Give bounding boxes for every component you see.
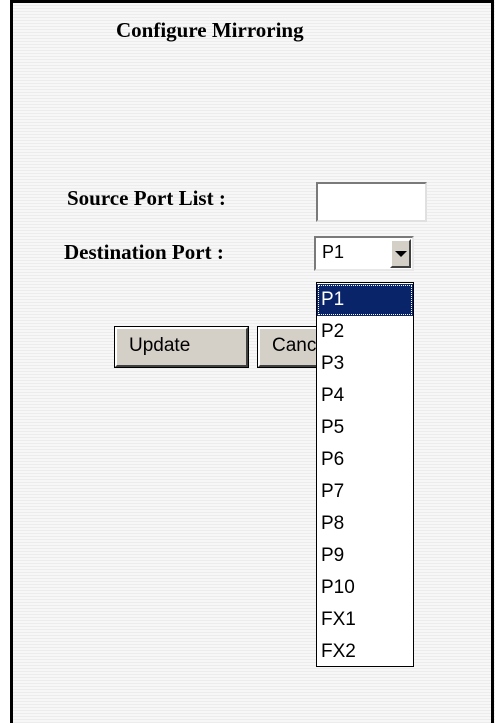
- left-margin: [0, 0, 10, 723]
- source-port-list-input[interactable]: [316, 182, 427, 222]
- destination-port-dropdown-list[interactable]: P1 P2 P3 P4 P5 P6 P7 P8 P9 P10 FX1 FX2: [316, 282, 414, 667]
- frame-border-top: [10, 0, 494, 3]
- update-button[interactable]: Update: [115, 327, 248, 367]
- dropdown-option-fx1[interactable]: FX1: [317, 604, 413, 636]
- chevron-down-icon[interactable]: [390, 239, 411, 268]
- dropdown-option-p4[interactable]: P4: [317, 380, 413, 412]
- frame-border-left: [10, 0, 13, 723]
- dropdown-option-p8[interactable]: P8: [317, 508, 413, 540]
- dropdown-option-p10[interactable]: P10: [317, 572, 413, 604]
- dropdown-option-p2[interactable]: P2: [317, 316, 413, 348]
- dropdown-option-p3[interactable]: P3: [317, 348, 413, 380]
- dropdown-option-p6[interactable]: P6: [317, 444, 413, 476]
- destination-port-label: Destination Port :: [64, 240, 224, 264]
- dropdown-option-p1[interactable]: P1: [317, 284, 413, 316]
- dropdown-option-fx2[interactable]: FX2: [317, 636, 413, 668]
- page-title: Configure Mirroring: [116, 18, 304, 42]
- frame-border-right: [491, 0, 494, 723]
- dropdown-option-p5[interactable]: P5: [317, 412, 413, 444]
- destination-port-select[interactable]: P1: [314, 236, 414, 271]
- dropdown-option-p7[interactable]: P7: [317, 476, 413, 508]
- destination-port-value: P1: [322, 242, 345, 262]
- dropdown-option-p9[interactable]: P9: [317, 540, 413, 572]
- source-port-list-label: Source Port List :: [67, 186, 226, 210]
